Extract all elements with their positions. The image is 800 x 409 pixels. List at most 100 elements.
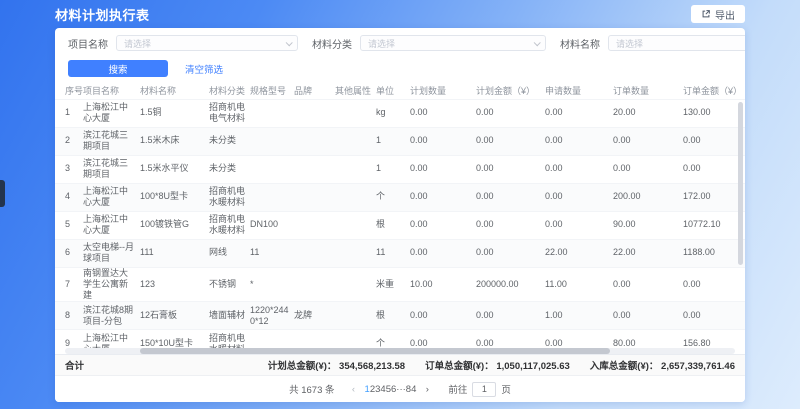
column-header: 项目名称: [83, 83, 140, 99]
filter-category: 材料分类 请选择: [312, 35, 546, 51]
table-cell: 22.00: [613, 239, 683, 267]
table-cell: 0.00: [683, 127, 745, 155]
table-cell: 龙牌: [294, 302, 335, 330]
table-cell: 0.00: [410, 211, 476, 239]
column-header: 订单金额（¥）: [683, 83, 745, 99]
table-cell: 11.00: [545, 267, 613, 302]
table-cell: 0.00: [613, 267, 683, 302]
table-cell: [335, 302, 376, 330]
table-cell: 172.00: [683, 183, 745, 211]
table-cell: 0.00: [545, 99, 613, 127]
page-number-list: 123456···84: [365, 384, 417, 395]
export-button[interactable]: 导出: [691, 5, 745, 23]
table-cell: 0.00: [545, 211, 613, 239]
table-cell: 0.00: [545, 183, 613, 211]
table-cell: 招商机电水暖材料: [209, 183, 250, 211]
project-select[interactable]: 请选择: [116, 35, 298, 51]
table-cell: 0.00: [545, 155, 613, 183]
table-cell: 0.00: [613, 127, 683, 155]
next-page-button[interactable]: ›: [420, 384, 434, 395]
page-number-button[interactable]: 84: [406, 384, 417, 395]
prev-page-button[interactable]: ‹: [347, 384, 361, 395]
table-cell: 1.5铜: [140, 99, 209, 127]
filter-actions: 搜索 清空筛选: [68, 60, 733, 77]
table-cell: [294, 239, 335, 267]
table-cell: 20.00: [613, 99, 683, 127]
table-cell: 0.00: [410, 99, 476, 127]
table-row: 6太空电梯--月球项目111网线11110.000.0022.0022.0011…: [55, 239, 745, 267]
table-cell: 滨江花城8期项目-分包: [83, 302, 140, 330]
table-cell: 130.00: [683, 99, 745, 127]
table-cell: 12石膏板: [140, 302, 209, 330]
table-cell: 滨江花城三期项目: [83, 127, 140, 155]
table-cell: 0.00: [410, 302, 476, 330]
filter-material-label: 材料名称: [560, 36, 600, 51]
table-row: 4上海松江中心大厦100*8U型卡招商机电水暖材料个0.000.000.0020…: [55, 183, 745, 211]
table-cell: 22.00: [545, 239, 613, 267]
table-cell: [294, 211, 335, 239]
table-cell: [294, 127, 335, 155]
filter-category-label: 材料分类: [312, 36, 352, 51]
table-cell: 0.00: [410, 155, 476, 183]
filter-bar: 项目名称 请选择 材料分类 请选择 材料名称 请选择: [55, 28, 745, 51]
table-cell: 上海松江中心大厦: [83, 99, 140, 127]
table-cell: 1.00: [545, 302, 613, 330]
table-cell: 10772.10: [683, 211, 745, 239]
chevron-down-icon: [534, 39, 541, 46]
column-header: 申请数量: [545, 83, 613, 99]
table-cell: 8: [55, 302, 83, 330]
clear-filters-link[interactable]: 清空筛选: [185, 62, 223, 76]
table-cell: 4: [55, 183, 83, 211]
table-cell: [335, 99, 376, 127]
table-cell: 11: [376, 239, 410, 267]
table-cell: 0.00: [613, 302, 683, 330]
filter-material: 材料名称 请选择: [560, 35, 745, 51]
table-cell: 太空电梯--月球项目: [83, 239, 140, 267]
table-cell: 米重: [376, 267, 410, 302]
table-cell: 3: [55, 155, 83, 183]
column-header: 材料分类: [209, 83, 250, 99]
page-title: 材料计划执行表: [55, 5, 150, 24]
sidebar-drawer-handle[interactable]: [0, 180, 5, 207]
table-cell: [335, 239, 376, 267]
column-header: 单位: [376, 83, 410, 99]
table-cell: [294, 267, 335, 302]
search-button[interactable]: 搜索: [68, 60, 168, 77]
material-select[interactable]: 请选择: [608, 35, 745, 51]
project-select-placeholder: 请选择: [124, 37, 151, 50]
table-cell: 滨江花城三期项目: [83, 155, 140, 183]
summary-row: 合计 计划总金额(¥)： 354,568,213.58订单总金额(¥)： 1,0…: [55, 354, 745, 376]
table-cell: 0.00: [476, 99, 545, 127]
column-header: 规格型号: [250, 83, 294, 99]
table-cell: [294, 99, 335, 127]
summary-total-item: 计划总金额(¥)： 354,568,213.58: [268, 358, 405, 372]
filter-project: 项目名称 请选择: [68, 35, 298, 51]
table-row: 1上海松江中心大厦1.5铜招商机电电气材料kg0.000.000.0020.00…: [55, 99, 745, 127]
table-cell: 1: [55, 99, 83, 127]
table-cell: 7: [55, 267, 83, 302]
column-header: 计划金额（¥）: [476, 83, 545, 99]
category-select[interactable]: 请选择: [360, 35, 546, 51]
table-cell: 0.00: [476, 302, 545, 330]
category-select-placeholder: 请选择: [368, 37, 395, 50]
table-cell: 墙面辅材: [209, 302, 250, 330]
vertical-scrollbar-thumb[interactable]: [738, 102, 743, 265]
table-cell: 南钢置达大学生公寓新建: [83, 267, 140, 302]
pagination: 共 1673 条 ‹ 123456···84 › 前往 页: [55, 376, 745, 402]
table-cell: 0.00: [410, 127, 476, 155]
table-row: 3滨江花城三期项目1.5米水平仪未分类10.000.000.000.000.00: [55, 155, 745, 183]
content-card: 项目名称 请选择 材料分类 请选择 材料名称 请选择 搜索 清空筛选 序号项目: [55, 28, 745, 402]
table-cell: 1: [376, 127, 410, 155]
column-header: 品牌: [294, 83, 335, 99]
export-button-label: 导出: [715, 7, 735, 22]
table-cell: 根: [376, 211, 410, 239]
table-cell: *: [250, 267, 294, 302]
table-cell: 6: [55, 239, 83, 267]
table-cell: 1: [376, 155, 410, 183]
column-header: 材料名称: [140, 83, 209, 99]
table-cell: 未分类: [209, 127, 250, 155]
summary-total-item: 订单总金额(¥)： 1,050,117,025.63: [425, 358, 570, 372]
table-cell: 11: [250, 239, 294, 267]
table-cell: [250, 155, 294, 183]
goto-page-input[interactable]: [472, 382, 496, 397]
